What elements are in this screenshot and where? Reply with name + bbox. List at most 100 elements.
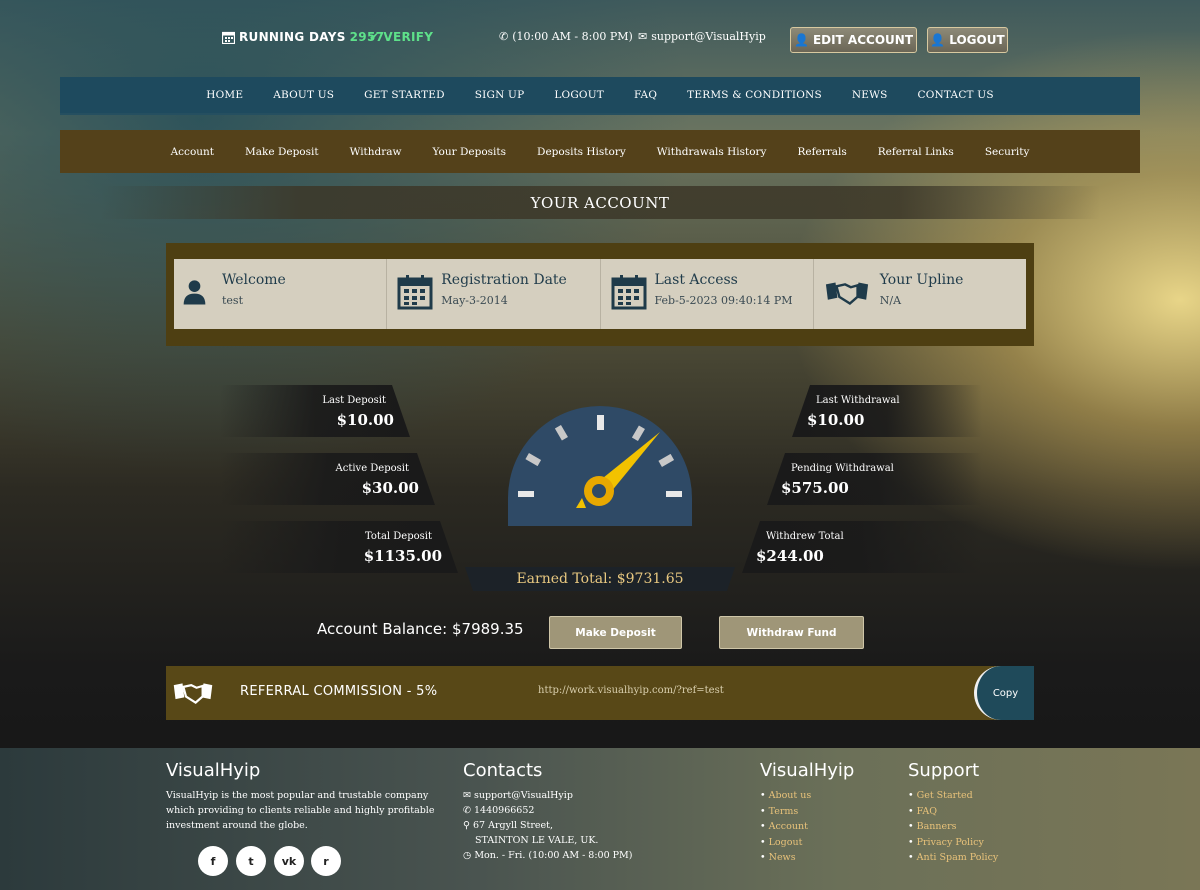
user-plus-icon: 👤	[793, 33, 809, 47]
map-marker-icon: ⚲	[463, 820, 473, 831]
nav-about-us[interactable]: ABOUT US	[273, 89, 334, 101]
total-deposit-stat: Total Deposit $1135.00	[220, 521, 458, 573]
account-info-panel: Welcome test Registration Date May-3-201…	[166, 243, 1034, 346]
last-deposit-stat: Last Deposit $10.00	[220, 385, 410, 437]
footer-about: VisualHyip VisualHyip is the most popula…	[166, 760, 446, 833]
support-email[interactable]: ✉ support@VisualHyip	[638, 30, 766, 43]
account-nav-referrals[interactable]: Referrals	[797, 146, 846, 158]
account-nav-make-deposit[interactable]: Make Deposit	[245, 146, 319, 158]
registration-label: Registration Date	[441, 272, 567, 288]
copy-button[interactable]: Copy	[974, 666, 1034, 720]
envelope-icon: ✉	[638, 30, 648, 43]
speedometer-icon	[508, 406, 692, 526]
last-withdrawal-stat: Last Withdrawal $10.00	[792, 385, 982, 437]
user-icon: 👤	[930, 33, 946, 47]
total-deposit-value: $1135.00	[363, 547, 442, 565]
account-nav-deposits-history[interactable]: Deposits History	[537, 146, 626, 158]
earned-total: Earned Total: $9731.65	[516, 571, 684, 587]
footer-contacts-title: Contacts	[463, 760, 543, 781]
registration-value: May-3-2014	[441, 294, 508, 307]
welcome-value: test	[222, 294, 243, 307]
account-nav-withdrawals-history[interactable]: Withdrawals History	[657, 146, 767, 158]
footer-contact-hours: ◷ Mon. - Fri. (10:00 AM - 8:00 PM)	[463, 848, 703, 863]
main-nav: HOME ABOUT US GET STARTED SIGN UP LOGOUT…	[60, 77, 1140, 115]
make-deposit-button[interactable]: Make Deposit	[549, 616, 682, 649]
account-nav-account[interactable]: Account	[171, 146, 214, 158]
account-nav-security[interactable]: Security	[985, 146, 1030, 158]
page-title: YOUR ACCOUNT	[530, 193, 670, 212]
footer-link-get-started[interactable]: Get Started	[908, 788, 1058, 804]
footer-link-privacy-policy[interactable]: Privacy Policy	[908, 835, 1058, 851]
footer-link-faq[interactable]: FAQ	[908, 804, 1058, 820]
footer-link-anti-spam-policy[interactable]: Anti Spam Policy	[908, 850, 1058, 866]
nav-logout[interactable]: LOGOUT	[554, 89, 604, 101]
handshake-icon	[173, 683, 213, 704]
pending-withdrawal-label: Pending Withdrawal	[791, 463, 894, 474]
calendar-icon	[611, 275, 646, 310]
active-deposit-stat: Active Deposit $30.00	[220, 453, 435, 505]
logout-label: LOGOUT	[949, 33, 1005, 47]
active-deposit-value: $30.00	[361, 479, 419, 497]
referral-title: REFERRAL COMMISSION - 5%	[240, 684, 438, 699]
account-nav-referral-links[interactable]: Referral Links	[878, 146, 954, 158]
account-nav-withdraw[interactable]: Withdraw	[350, 146, 402, 158]
logout-button[interactable]: 👤 LOGOUT	[927, 27, 1008, 53]
footer-link-account[interactable]: Account	[760, 819, 890, 835]
footer: VisualHyip VisualHyip is the most popula…	[0, 748, 1200, 890]
support-email-text: support@VisualHyip	[651, 30, 766, 43]
referral-bar: REFERRAL COMMISSION - 5% http://work.vis…	[166, 666, 1034, 720]
last-withdrawal-value: $10.00	[807, 411, 865, 429]
footer-links: VisualHyip About us Terms Account Logout…	[760, 760, 890, 866]
footer-about-title: VisualHyip	[166, 760, 261, 781]
edit-account-button[interactable]: 👤 EDIT ACCOUNT	[790, 27, 917, 53]
nav-home[interactable]: HOME	[206, 89, 243, 101]
footer-support: Support Get Started FAQ Banners Privacy …	[908, 760, 1058, 866]
facebook-icon[interactable]: f	[198, 846, 228, 876]
welcome-cell: Welcome test	[174, 259, 388, 329]
last-withdrawal-label: Last Withdrawal	[816, 395, 900, 406]
footer-link-banners[interactable]: Banners	[908, 819, 1058, 835]
account-nav: Account Make Deposit Withdraw Your Depos…	[60, 130, 1140, 173]
withdraw-fund-button[interactable]: Withdraw Fund	[719, 616, 864, 649]
vk-icon[interactable]: vk	[274, 846, 304, 876]
upline-label: Your Upline	[879, 272, 964, 288]
upline-cell: Your Upline N/A	[814, 259, 1026, 329]
footer-contact-email-text: support@VisualHyip	[473, 790, 573, 801]
last-deposit-value: $10.00	[336, 411, 394, 429]
nav-faq[interactable]: FAQ	[634, 89, 657, 101]
footer-contact-email[interactable]: ✉ support@VisualHyip	[463, 788, 703, 803]
running-days-label: RUNNING DAYS	[239, 30, 346, 44]
referral-link[interactable]: http://work.visualhyip.com/?ref=test	[538, 685, 724, 696]
verify-label: VERIFY	[383, 30, 434, 44]
footer-link-news[interactable]: News	[760, 850, 890, 866]
verify-badge: ✔ VERIFY	[369, 30, 433, 44]
footer-links-title: VisualHyip	[760, 760, 855, 781]
twitter-icon[interactable]: t	[236, 846, 266, 876]
last-access-label: Last Access	[654, 272, 738, 288]
last-deposit-label: Last Deposit	[322, 395, 386, 406]
nav-get-started[interactable]: GET STARTED	[364, 89, 445, 101]
nav-contact-us[interactable]: CONTACT US	[917, 89, 993, 101]
footer-contact-phone: ✆ 1440966652	[463, 803, 703, 818]
edit-account-label: EDIT ACCOUNT	[812, 33, 913, 47]
phone-icon: ✆	[499, 30, 509, 43]
footer-contact-address: ⚲ 67 Argyll Street,	[463, 818, 703, 833]
handshake-icon	[825, 282, 868, 306]
footer-contact-address-line2: STAINTON LE VALE, UK.	[475, 835, 599, 846]
withdrew-total-stat: Withdrew Total $244.00	[742, 521, 982, 573]
nav-sign-up[interactable]: SIGN UP	[475, 89, 525, 101]
nav-news[interactable]: NEWS	[852, 89, 888, 101]
phone-icon: ✆	[463, 805, 474, 816]
account-info-row: Welcome test Registration Date May-3-201…	[174, 259, 1026, 329]
welcome-label: Welcome	[222, 272, 286, 288]
footer-link-terms[interactable]: Terms	[760, 804, 890, 820]
last-access-value: Feb-5-2023 09:40:14 PM	[654, 294, 793, 307]
top-bar: RUNNING DAYS 2957 ✔ VERIFY ✆ (10:00 AM -…	[0, 26, 1200, 56]
withdrew-total-label: Withdrew Total	[766, 531, 844, 542]
nav-terms[interactable]: TERMS & CONDITIONS	[687, 89, 822, 101]
footer-link-about-us[interactable]: About us	[760, 788, 890, 804]
account-nav-your-deposits[interactable]: Your Deposits	[433, 146, 507, 158]
reddit-icon[interactable]: r	[311, 846, 341, 876]
footer-link-logout[interactable]: Logout	[760, 835, 890, 851]
footer-about-text: VisualHyip is the most popular and trust…	[166, 790, 435, 831]
